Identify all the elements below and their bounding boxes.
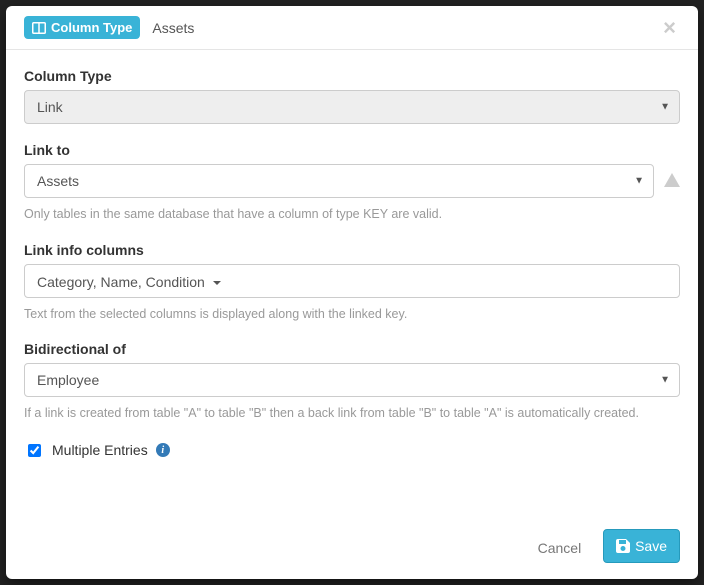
link-info-columns-help: Text from the selected columns is displa… bbox=[24, 306, 680, 324]
bidirectional-of-label: Bidirectional of bbox=[24, 341, 680, 357]
caret-down-icon bbox=[213, 281, 221, 285]
field-bidirectional-of: Bidirectional of Employee ▼ If a link is… bbox=[24, 341, 680, 423]
multiple-entries-checkbox[interactable] bbox=[28, 444, 41, 457]
column-type-badge: Column Type bbox=[24, 16, 140, 39]
link-to-select[interactable]: Assets bbox=[24, 164, 654, 198]
cancel-button[interactable]: Cancel bbox=[526, 531, 594, 565]
badge-label: Column Type bbox=[51, 20, 132, 35]
close-button[interactable]: × bbox=[659, 17, 680, 39]
field-multiple-entries: Multiple Entries i bbox=[24, 441, 680, 460]
dialog-title: Assets bbox=[152, 20, 194, 36]
dialog-footer: Cancel Save bbox=[6, 517, 698, 579]
save-icon bbox=[616, 539, 630, 553]
multiple-entries-label: Multiple Entries bbox=[52, 442, 148, 458]
warning-icon bbox=[664, 173, 680, 190]
dialog-header: Column Type Assets × bbox=[6, 6, 698, 50]
bidirectional-of-help: If a link is created from table "A" to t… bbox=[24, 405, 680, 423]
link-to-label: Link to bbox=[24, 142, 680, 158]
field-link-info-columns: Link info columns Category, Name, Condit… bbox=[24, 242, 680, 324]
link-to-help: Only tables in the same database that ha… bbox=[24, 206, 680, 224]
dialog-body: Column Type Link ▼ Link to Assets ▼ bbox=[6, 50, 698, 517]
info-icon[interactable]: i bbox=[156, 443, 170, 457]
column-type-dialog: Column Type Assets × Column Type Link ▼ … bbox=[6, 6, 698, 579]
save-button[interactable]: Save bbox=[603, 529, 680, 563]
link-info-columns-select[interactable]: Category, Name, Condition bbox=[24, 264, 680, 298]
bidirectional-of-select[interactable]: Employee bbox=[24, 363, 680, 397]
link-info-columns-label: Link info columns bbox=[24, 242, 680, 258]
field-column-type: Column Type Link ▼ bbox=[24, 68, 680, 124]
column-type-select[interactable]: Link bbox=[24, 90, 680, 124]
link-info-columns-value: Category, Name, Condition bbox=[37, 274, 205, 290]
column-type-label: Column Type bbox=[24, 68, 680, 84]
field-link-to: Link to Assets ▼ Only tables in the same… bbox=[24, 142, 680, 224]
columns-icon bbox=[32, 22, 46, 34]
